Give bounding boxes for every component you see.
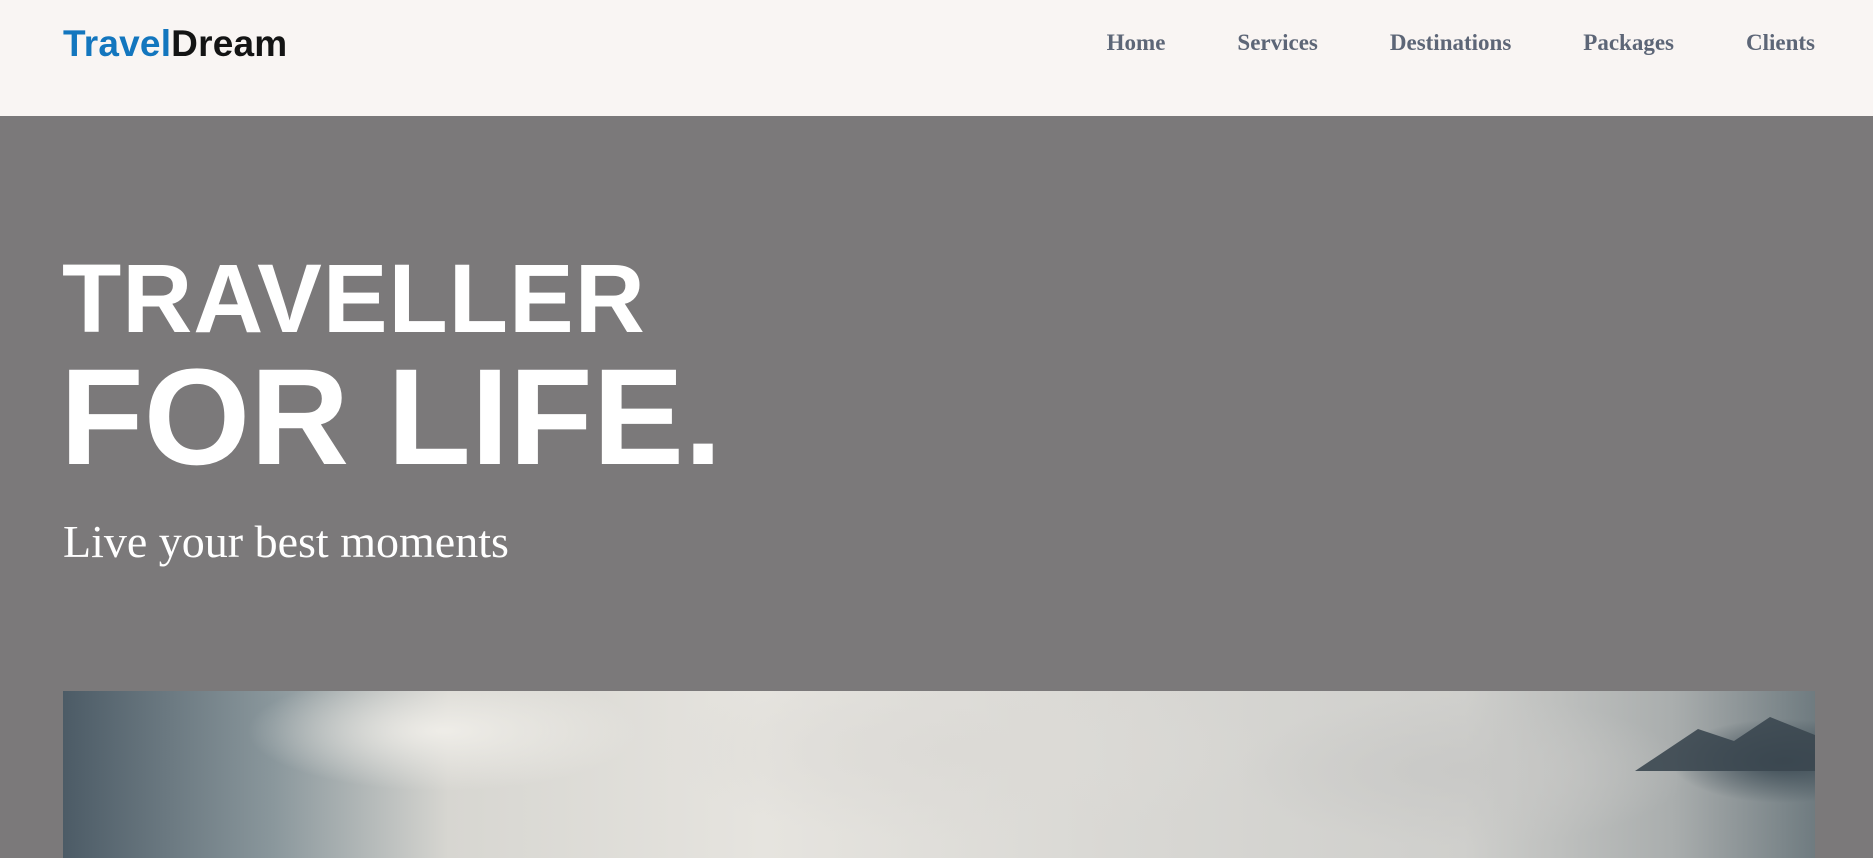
nav-item-packages[interactable]: Packages <box>1583 29 1674 57</box>
navbar: TravelDream Home Services Destinations P… <box>0 0 1873 116</box>
brand-logo-part2: Dream <box>171 23 288 64</box>
nav-item-home[interactable]: Home <box>1107 29 1166 57</box>
nav-item-clients[interactable]: Clients <box>1746 29 1815 57</box>
brand-logo-part1: Travel <box>63 23 172 64</box>
nav-item-destinations[interactable]: Destinations <box>1390 29 1511 57</box>
hero-subtitle: Live your best moments <box>63 516 509 567</box>
hero-title-line1: TRAVELLER <box>62 244 646 353</box>
main-nav: Home Services Destinations Packages Clie… <box>1107 29 1815 57</box>
nav-item-services[interactable]: Services <box>1237 29 1317 57</box>
hero-title-line2: FOR LIFE. <box>60 341 723 494</box>
hero-landscape-image <box>63 691 1815 858</box>
mountain-peak-shape <box>1635 717 1815 771</box>
brand-logo[interactable]: TravelDream <box>63 22 287 66</box>
